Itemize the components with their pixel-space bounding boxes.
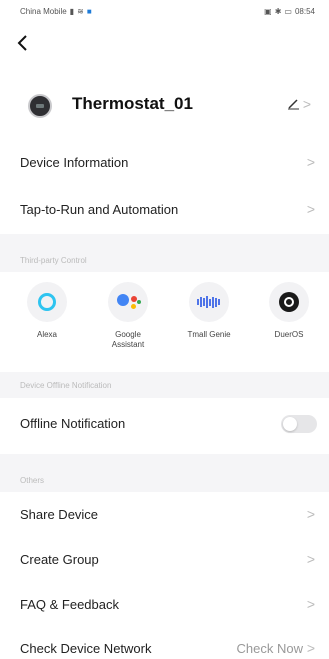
chevron-right-icon: >	[306, 596, 315, 612]
menu-label: Check Device Network	[20, 641, 152, 656]
chevron-right-icon: >	[306, 640, 315, 656]
section-title: Others	[20, 476, 45, 485]
third-party-list: Alexa Google Assistant Tmall Genie DuerO…	[0, 272, 329, 372]
menu-create-group[interactable]: Create Group >	[0, 538, 329, 582]
edit-device-name-button[interactable]: >	[287, 96, 311, 112]
menu-label: Tap-to-Run and Automation	[20, 202, 179, 217]
section-header-third-party: Third-party Control	[0, 234, 329, 272]
chevron-right-icon: >	[306, 201, 315, 217]
third-party-alexa[interactable]: Alexa	[12, 282, 82, 340]
menu-device-information[interactable]: Device Information >	[0, 141, 329, 185]
third-party-label: Google Assistant	[111, 330, 145, 349]
signal-icon: ▮	[69, 7, 75, 16]
third-party-dueros[interactable]: DuerOS	[254, 282, 324, 340]
nfc-icon: ▣	[264, 7, 272, 16]
menu-share-device[interactable]: Share Device >	[0, 493, 329, 537]
back-button[interactable]	[16, 34, 38, 56]
third-party-google-assistant[interactable]: Google Assistant	[93, 282, 163, 350]
menu-faq-feedback[interactable]: FAQ & Feedback >	[0, 583, 329, 627]
notification-icon: ■	[86, 7, 92, 16]
bluetooth-icon: ✱	[274, 7, 282, 16]
offline-notification-row: Offline Notification	[0, 402, 329, 446]
menu-label: Create Group	[20, 552, 99, 567]
status-bar: China Mobile ▮ ≋ ■ ▣ ✱ ▭ 88 08:54	[0, 0, 329, 20]
device-header[interactable]: Thermostat_01 >	[0, 80, 329, 130]
menu-tap-to-run[interactable]: Tap-to-Run and Automation >	[0, 188, 329, 232]
status-time: 08:54	[294, 7, 315, 16]
third-party-label: DuerOS	[274, 330, 304, 339]
chevron-right-icon: >	[306, 506, 315, 522]
status-left: China Mobile ▮ ≋ ■	[20, 7, 92, 16]
toggle-knob	[283, 417, 297, 431]
dueros-icon	[269, 282, 309, 322]
alexa-icon	[27, 282, 67, 322]
carrier-label: China Mobile	[20, 7, 67, 16]
third-party-label: Alexa	[36, 330, 57, 339]
chevron-right-icon: >	[306, 154, 315, 170]
check-now-link[interactable]: Check Now	[237, 641, 303, 656]
chevron-right-icon: >	[302, 96, 311, 112]
menu-label: Share Device	[20, 507, 99, 522]
chevron-left-icon	[17, 35, 27, 51]
section-title: Third-party Control	[20, 256, 87, 265]
offline-notification-toggle[interactable]	[281, 415, 317, 433]
battery-icon: ▭	[284, 7, 292, 16]
tmall-genie-icon	[189, 282, 229, 322]
section-title: Device Offline Notification	[20, 381, 112, 390]
section-header-offline: Device Offline Notification	[0, 372, 329, 398]
wifi-icon: ≋	[77, 7, 84, 16]
device-avatar	[28, 94, 52, 118]
edit-icon	[287, 99, 299, 110]
third-party-tmall-genie[interactable]: Tmall Genie	[174, 282, 244, 340]
menu-label: FAQ & Feedback	[20, 597, 119, 612]
menu-check-device-network[interactable]: Check Device Network Check Now >	[0, 627, 329, 659]
status-right: ▣ ✱ ▭ 88 08:54	[264, 7, 315, 16]
offline-notification-label: Offline Notification	[20, 416, 126, 431]
device-name: Thermostat_01	[72, 94, 193, 113]
menu-label: Device Information	[20, 155, 129, 170]
third-party-label: Tmall Genie	[187, 330, 231, 339]
chevron-right-icon: >	[306, 551, 315, 567]
google-assistant-icon	[108, 282, 148, 322]
section-header-others: Others	[0, 454, 329, 492]
